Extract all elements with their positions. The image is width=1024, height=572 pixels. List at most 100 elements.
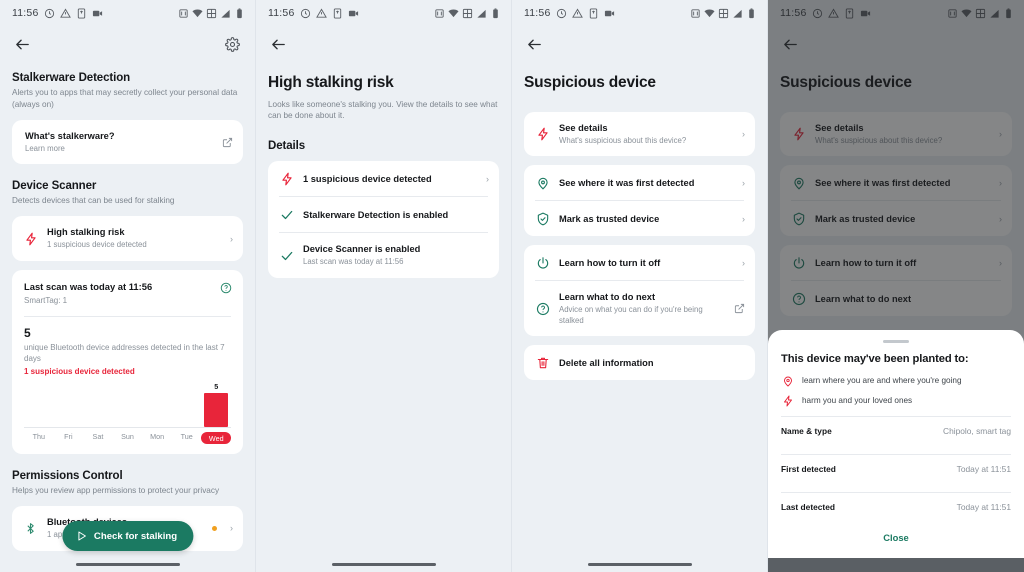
unique-device-description: unique Bluetooth device addresses detect…: [24, 342, 225, 364]
lightning-bolt-icon: [23, 231, 38, 246]
status-dot: [212, 525, 217, 531]
help-circle-icon: [535, 301, 550, 316]
chart-x-tick: Sun: [121, 432, 134, 442]
chevron-right-icon[interactable]: ›: [486, 174, 489, 184]
wifi-icon: [192, 8, 203, 19]
learn-next-text: Learn what to do next Advice on what you…: [559, 291, 725, 326]
chart-x-tick: Tue: [180, 432, 193, 442]
status-bar-left: 11:56: [12, 7, 103, 19]
see-first-detected-text: See where it was first detected: [559, 177, 733, 189]
chevron-right-icon[interactable]: ›: [742, 178, 745, 188]
external-link-icon[interactable]: [734, 303, 745, 314]
field-value: Today at 11:51: [956, 502, 1011, 512]
help-circle-icon[interactable]: [220, 281, 232, 299]
check-icon: [279, 207, 294, 222]
unique-device-count: 5: [24, 325, 31, 340]
back-arrow-icon[interactable]: [523, 33, 545, 55]
shield-check-icon: [535, 211, 550, 226]
whats-stalkerware-card[interactable]: What's stalkerware? Learn more: [12, 119, 243, 165]
suspicious-device-warning: 1 suspicious device detected: [24, 367, 135, 377]
row-subtitle: Last scan was today at 11:56: [303, 257, 404, 267]
warning-triangle-icon: [59, 7, 71, 19]
see-details-row[interactable]: See details What's suspicious about this…: [524, 112, 755, 157]
reason-label: harm you and your loved ones: [802, 396, 913, 405]
whats-stalkerware-text: What's stalkerware? Learn more: [25, 130, 213, 155]
high-stalking-risk-card[interactable]: High stalking risk 1 suspicious device d…: [12, 216, 243, 261]
whats-stalkerware-title: What's stalkerware?: [25, 130, 115, 141]
mark-trusted-title: Mark as trusted device: [559, 213, 660, 224]
learn-next-row[interactable]: Learn what to do next Advice on what you…: [524, 281, 755, 336]
learn-turn-off-row[interactable]: Learn how to turn it off ›: [524, 245, 755, 280]
video-icon: [348, 8, 359, 19]
battery-icon: [234, 7, 245, 19]
see-details-subtitle: What's suspicious about this device?: [559, 135, 687, 145]
sim-card-icon: [76, 7, 87, 19]
chart-bar-column: [54, 382, 84, 427]
power-icon: [535, 255, 550, 270]
whats-stalkerware-row[interactable]: What's stalkerware? Learn more: [12, 120, 243, 165]
external-link-icon[interactable]: [222, 137, 233, 148]
chart-x-tick: Sat: [92, 432, 104, 442]
see-details-text: See details What's suspicious about this…: [559, 122, 733, 147]
see-details-card[interactable]: See details What's suspicious about this…: [524, 111, 755, 157]
page-description: Looks like someone's stalking you. View …: [268, 99, 498, 121]
status-bar-right: [178, 7, 245, 19]
wifi-icon: [704, 8, 715, 19]
sheet-drag-handle[interactable]: [883, 340, 909, 343]
mark-trusted-row[interactable]: Mark as trusted device ›: [524, 201, 755, 236]
learn-next-title: Learn what to do next: [559, 292, 656, 303]
back-arrow-icon[interactable]: [11, 33, 33, 55]
chevron-right-icon[interactable]: ›: [230, 523, 233, 533]
signal-icon: [732, 8, 743, 19]
table-row[interactable]: 1 suspicious device detected ›: [268, 161, 499, 196]
sheet-reason-list: learn where you are and where you're goi…: [781, 374, 1011, 407]
bluetooth-icon: [23, 521, 38, 536]
delete-info-title: Delete all information: [559, 357, 654, 368]
screen-suspicious-device-sheet: 11:56 Suspicious device: [768, 0, 1024, 572]
list-item: harm you and your loved ones: [781, 394, 1011, 407]
home-indicator: [75, 562, 180, 566]
close-button[interactable]: Close: [781, 521, 1011, 543]
location-pin-icon: [535, 175, 550, 190]
warning-triangle-icon: [315, 7, 327, 19]
field-name-and-type: Name & type Chipolo, smart tag: [781, 417, 1011, 445]
device-scanner-heading: Device Scanner: [12, 180, 97, 193]
screen1-content: Stalkerware Detection Alerts you to apps…: [0, 72, 255, 551]
chevron-right-icon[interactable]: ›: [742, 129, 745, 139]
field-first-detected: First detected Today at 11:51: [781, 455, 1011, 483]
chevron-right-icon[interactable]: ›: [742, 258, 745, 268]
delete-info-row[interactable]: Delete all information: [524, 345, 755, 380]
chart-bar-column: [113, 382, 143, 427]
screen-suspicious-device: 11:56 Suspicious device See details What…: [512, 0, 768, 572]
app-bar: [256, 26, 511, 62]
chart-bar: [204, 393, 229, 428]
play-icon: [75, 530, 87, 542]
status-bar-clock: 11:56: [524, 7, 551, 19]
status-bar-right: [690, 7, 757, 19]
high-stalking-risk-row[interactable]: High stalking risk 1 suspicious device d…: [12, 216, 243, 261]
status-bar-right: [434, 7, 501, 19]
device-actions-card: See where it was first detected › Mark a…: [524, 165, 755, 237]
bluetooth-detection-chart: 5 Thu Fri Sat Sun Mon Tue Wed: [12, 376, 243, 454]
lightning-bolt-icon: [535, 126, 550, 141]
gear-icon[interactable]: [221, 33, 243, 55]
screenshot-icon: [462, 8, 473, 19]
stalkerware-heading: Stalkerware Detection: [12, 72, 131, 84]
permissions-heading: Permissions Control: [12, 470, 123, 483]
check-for-stalking-button[interactable]: Check for stalking: [61, 521, 194, 551]
delete-info-card[interactable]: Delete all information: [524, 345, 755, 381]
learn-turn-off-title: Learn how to turn it off: [559, 257, 661, 268]
screenshot-icon: [206, 8, 217, 19]
status-bar: 11:56: [256, 0, 511, 26]
chart-bar-value: 5: [214, 382, 219, 392]
sim-card-icon: [332, 7, 343, 19]
last-scan-header-text: Last scan was today at 11:56 SmartTag: 1: [24, 281, 152, 305]
clock-icon: [44, 8, 55, 19]
see-first-detected-row[interactable]: See where it was first detected ›: [524, 165, 755, 200]
list-item: learn where you are and where you're goi…: [781, 374, 1011, 387]
chevron-right-icon[interactable]: ›: [230, 234, 233, 244]
screen3-content: Suspicious device See details What's sus…: [512, 74, 767, 381]
chevron-right-icon[interactable]: ›: [742, 214, 745, 224]
field-key: First detected: [781, 464, 836, 474]
back-arrow-icon[interactable]: [267, 33, 289, 55]
